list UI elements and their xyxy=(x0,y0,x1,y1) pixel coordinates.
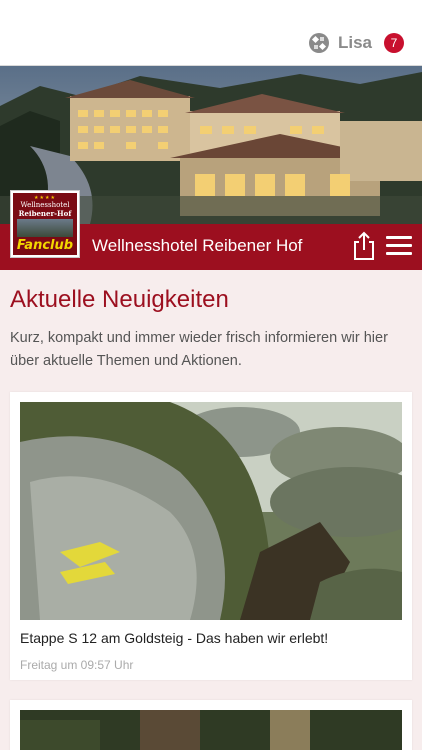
app-title: Wellnesshotel Reibener Hof xyxy=(92,236,303,255)
share-button[interactable] xyxy=(350,230,378,262)
news-image xyxy=(20,402,402,620)
user-name[interactable]: Lisa xyxy=(338,33,372,53)
news-card[interactable] xyxy=(10,700,412,750)
logo-line2: Reibener-Hof xyxy=(18,209,72,218)
news-image xyxy=(20,710,402,750)
share-icon xyxy=(354,231,374,260)
top-bar: Lisa 7 xyxy=(0,0,422,66)
news-title[interactable]: Etappe S 12 am Goldsteig - Das haben wir… xyxy=(20,630,328,646)
grid-logo-icon xyxy=(308,33,329,53)
page-heading: Aktuelle Neuigkeiten xyxy=(10,286,229,313)
intro-text: Kurz, kompakt und immer wieder frisch in… xyxy=(10,330,388,369)
logo-line1: Wellnesshotel xyxy=(20,201,70,209)
fanclub-logo[interactable]: ★★★★ Wellnesshotel Reibener-Hof Fanclub xyxy=(10,190,80,258)
hamburger-menu-icon[interactable] xyxy=(386,236,412,258)
logo-fanclub-text: Fanclub xyxy=(16,238,74,253)
news-timestamp: Freitag um 09:57 Uhr xyxy=(20,658,134,672)
news-card[interactable]: Etappe S 12 am Goldsteig - Das haben wir… xyxy=(10,392,412,680)
notification-badge[interactable]: 7 xyxy=(384,33,404,53)
user-account[interactable]: Lisa 7 xyxy=(308,32,404,54)
logo-picture xyxy=(17,219,73,237)
